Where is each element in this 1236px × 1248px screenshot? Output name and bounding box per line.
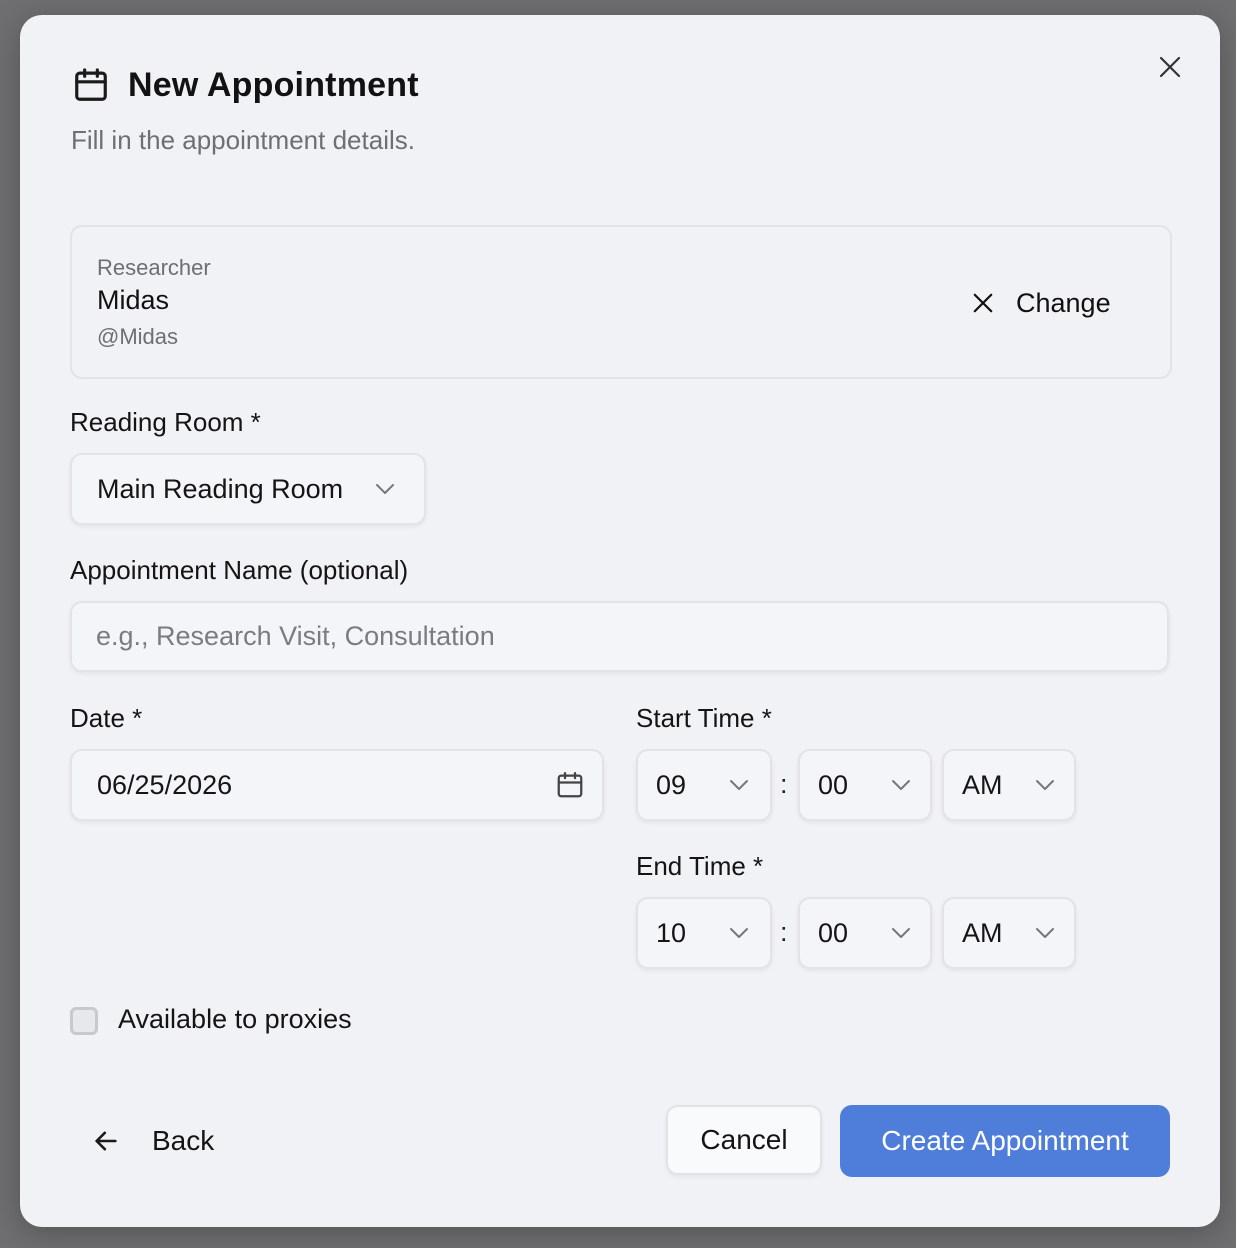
back-button[interactable]: Back xyxy=(92,1119,214,1163)
end-minute-value: 00 xyxy=(818,917,849,948)
date-value: 06/25/2026 xyxy=(97,769,233,800)
change-label: Change xyxy=(1016,287,1111,318)
dialog-header: New Appointment xyxy=(72,65,419,105)
new-appointment-dialog: New Appointment Fill in the appointment … xyxy=(20,15,1220,1227)
proxies-checkbox[interactable] xyxy=(70,1007,98,1035)
chevron-down-icon xyxy=(1036,780,1054,790)
create-appointment-button[interactable]: Create Appointment xyxy=(840,1105,1170,1177)
researcher-handle: @Midas xyxy=(97,324,179,349)
close-button[interactable] xyxy=(1154,51,1186,83)
start-hour-value: 09 xyxy=(656,769,687,800)
cancel-button[interactable]: Cancel xyxy=(666,1105,822,1175)
end-period-select[interactable]: AM xyxy=(942,897,1076,969)
close-icon xyxy=(1159,56,1181,78)
appointment-name-label: Appointment Name (optional) xyxy=(70,555,409,585)
reading-room-value: Main Reading Room xyxy=(97,473,344,504)
calendar-picker-icon[interactable] xyxy=(555,770,585,800)
start-minute-value: 00 xyxy=(818,769,849,800)
change-researcher-button[interactable]: Change xyxy=(972,285,1111,321)
dialog-title: New Appointment xyxy=(128,65,419,104)
chevron-down-icon xyxy=(730,928,748,938)
chevron-down-icon xyxy=(892,928,910,938)
calendar-icon xyxy=(75,68,107,101)
researcher-label: Researcher xyxy=(97,255,211,280)
close-icon xyxy=(973,293,993,313)
end-minute-select[interactable]: 00 xyxy=(798,897,932,969)
start-time-label: Start Time * xyxy=(636,703,772,733)
arrow-left-icon xyxy=(95,1131,117,1151)
chevron-down-icon xyxy=(892,780,910,790)
appointment-name-input[interactable] xyxy=(70,601,1169,672)
chevron-down-icon xyxy=(730,780,748,790)
end-hour-value: 10 xyxy=(656,917,687,948)
chevron-down-icon xyxy=(1036,928,1054,938)
end-hour-select[interactable]: 10 xyxy=(636,897,772,969)
start-period-select[interactable]: AM xyxy=(942,749,1076,821)
date-input[interactable]: 06/25/2026 xyxy=(70,749,604,821)
date-label: Date * xyxy=(70,703,143,733)
end-time-separator: : xyxy=(780,917,788,947)
proxies-label[interactable]: Available to proxies xyxy=(118,1004,352,1035)
reading-room-label: Reading Room * xyxy=(70,407,261,437)
researcher-name: Midas xyxy=(97,285,170,315)
end-time-label: End Time * xyxy=(636,851,764,881)
back-label: Back xyxy=(152,1125,215,1156)
start-time-separator: : xyxy=(780,769,788,799)
researcher-card: Researcher Midas @Midas Change xyxy=(70,225,1172,379)
end-period-value: AM xyxy=(962,917,1003,948)
dialog-subtitle: Fill in the appointment details. xyxy=(71,125,415,155)
start-minute-select[interactable]: 00 xyxy=(798,749,932,821)
reading-room-select[interactable]: Main Reading Room xyxy=(70,453,426,525)
start-period-value: AM xyxy=(962,769,1003,800)
start-hour-select[interactable]: 09 xyxy=(636,749,772,821)
chevron-down-icon xyxy=(376,484,394,494)
